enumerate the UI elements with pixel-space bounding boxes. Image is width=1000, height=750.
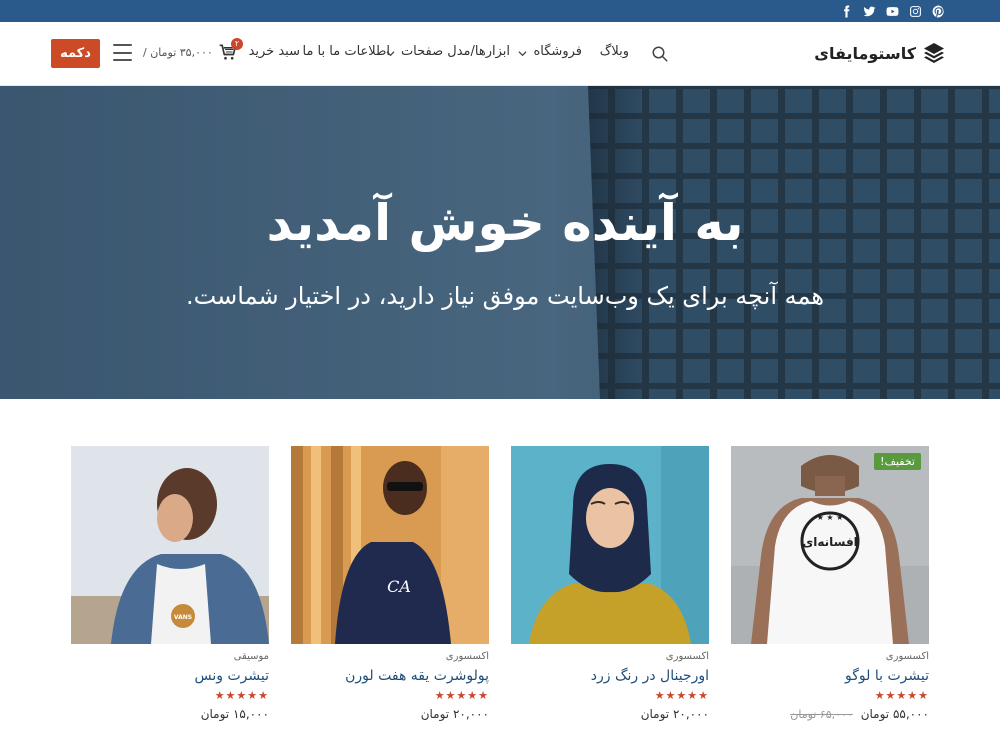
logo-text: کاستومایفای [814, 43, 916, 63]
product-price: ۱۵,۰۰۰ تومان [200, 707, 269, 721]
hero-title: به آینده خوش آمدید [266, 194, 744, 252]
product-category[interactable]: اکسسوری [291, 651, 489, 662]
product-image[interactable]: افسانه‌ای ★ ★ ★ تخفیف! [731, 446, 929, 644]
product-category[interactable]: موسیقی [71, 651, 269, 662]
product-category[interactable]: اکسسوری [511, 651, 709, 662]
search-icon[interactable] [651, 45, 669, 63]
site-header: کاستومایفای وبلاگ فروشگاه ابزارها/مدل صف… [0, 22, 1000, 86]
rating-stars: ★★★★★ [874, 689, 929, 702]
product-card[interactable]: VANS موسیقی تیشرت ونس ★★★★★ ۱۵,۰۰۰ تومان [71, 446, 269, 721]
product-image[interactable]: CA [291, 446, 489, 644]
product-shirt-text: VANS [174, 614, 192, 621]
twitter-icon[interactable] [861, 3, 877, 19]
product-price: ۵۵,۰۰۰ تومان ۶۵,۰۰۰ تومان [731, 707, 929, 721]
cart-link[interactable]: سبد خرید [249, 44, 300, 59]
product-card[interactable]: اکسسوری اورجینال در رنگ زرد ★★★★★ ۲۰,۰۰۰… [511, 446, 709, 721]
youtube-icon[interactable] [884, 3, 900, 19]
site-logo[interactable]: کاستومایفای [814, 41, 946, 65]
product-image[interactable]: VANS [71, 446, 269, 644]
product-title[interactable]: اورجینال در رنگ زرد [511, 668, 709, 684]
rating-stars: ★★★★★ [654, 689, 709, 702]
chevron-down-icon [518, 47, 528, 57]
product-price: ۲۰,۰۰۰ تومان [640, 707, 709, 721]
hamburger-menu-icon[interactable] [113, 44, 132, 61]
top-bar [0, 0, 1000, 22]
price-original: ۶۵,۰۰۰ تومان [790, 708, 853, 721]
facebook-icon[interactable] [838, 3, 854, 19]
social-links [838, 3, 946, 19]
sale-badge: تخفیف! [874, 453, 921, 470]
product-title[interactable]: پولوشرت یقه هفت لورن [291, 668, 489, 684]
nav-item-about[interactable]: اطلاعات ما با ما [303, 44, 391, 59]
product-title[interactable]: تیشرت با لوگو [731, 668, 929, 684]
nav-item-blog[interactable]: وبلاگ [600, 44, 629, 59]
product-image[interactable] [511, 446, 709, 644]
product-shirt-text: افسانه‌ای [802, 535, 858, 549]
rating-stars: ★★★★★ [214, 689, 269, 702]
logo-layers-icon [924, 43, 944, 63]
nav-item-shop[interactable]: فروشگاه [518, 44, 582, 59]
product-card[interactable]: CA اکسسوری پولوشرت یقه هفت لورن ★★★★★ ۲۰… [291, 446, 489, 721]
product-shirt-text: CA [387, 577, 411, 596]
instagram-icon[interactable] [907, 3, 923, 19]
product-category[interactable]: اکسسوری [731, 651, 929, 662]
rating-stars: ★★★★★ [434, 689, 489, 702]
cart-count-badge: ۲ [231, 38, 243, 50]
hero-subtitle: همه آنچه برای یک وب‌سایت موفق نیاز دارید… [185, 282, 825, 310]
product-card[interactable]: افسانه‌ای ★ ★ ★ تخفیف! اکسسوری تیشرت با … [731, 446, 929, 721]
hero-banner: به آینده خوش آمدید همه آنچه برای یک وب‌س… [0, 86, 1000, 399]
svg-text:★ ★ ★: ★ ★ ★ [817, 513, 844, 522]
nav-item-tools[interactable]: ابزارها/مدل صفحات [386, 44, 510, 59]
cart-total: ۳۵,۰۰۰ تومان / [143, 46, 213, 59]
header-cta-button[interactable]: دکمه [51, 39, 100, 68]
product-price: ۲۰,۰۰۰ تومان [420, 707, 489, 721]
nav-item-shop-label: فروشگاه [533, 44, 582, 59]
nav-item-tools-label: ابزارها/مدل صفحات [400, 44, 510, 59]
pinterest-icon[interactable] [930, 3, 946, 19]
price-current: ۵۵,۰۰۰ تومان [860, 707, 929, 721]
product-title[interactable]: تیشرت ونس [71, 668, 269, 684]
